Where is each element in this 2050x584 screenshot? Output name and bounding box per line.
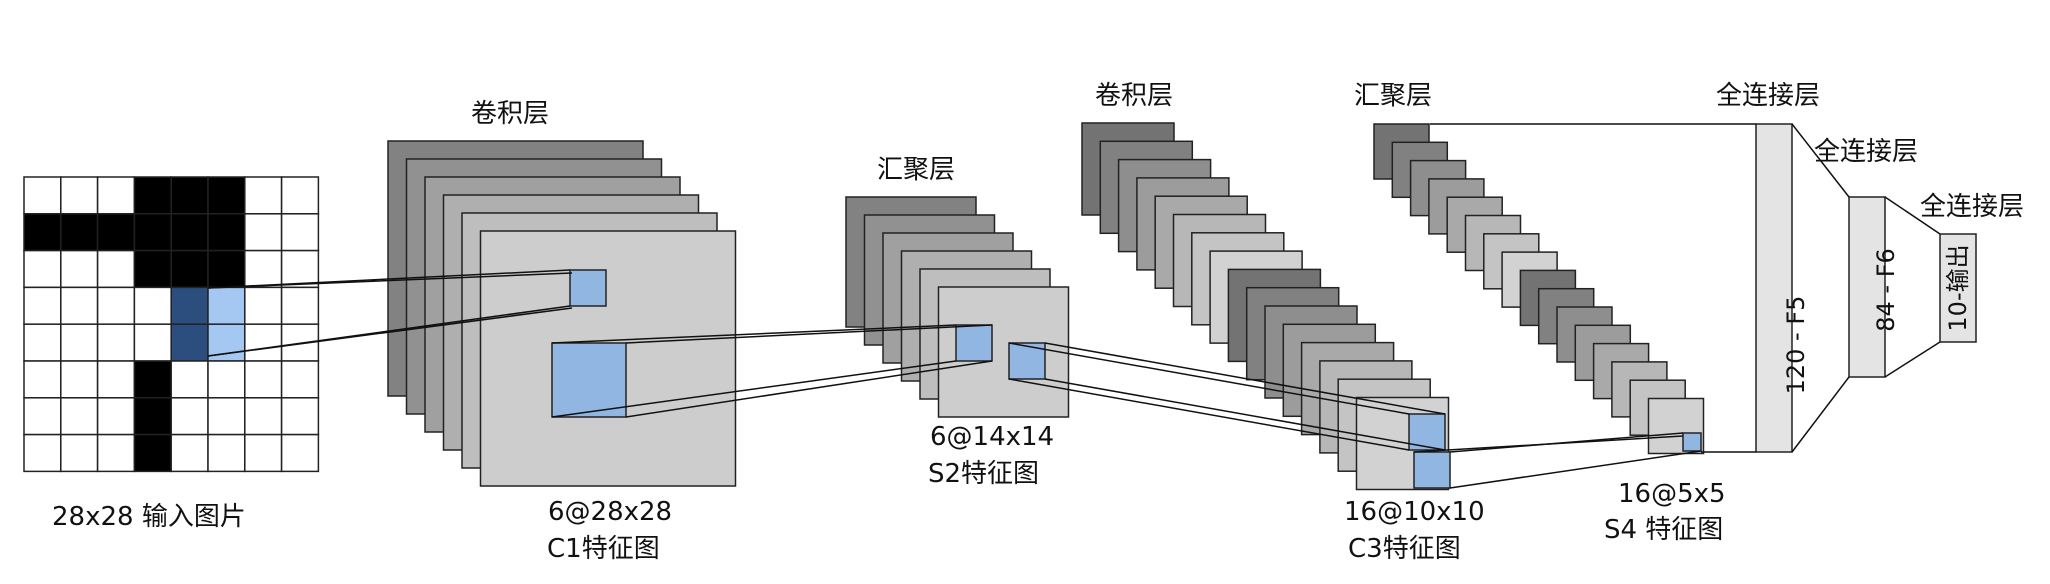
input-pixel [170,323,209,362]
conv1-feature-maps [387,140,737,487]
input-pixel [133,213,172,252]
input-pixel [133,360,172,399]
input-pixel [244,213,283,252]
input-pixel [280,213,320,252]
conv2-title: 卷积层 [1095,81,1173,111]
fc5-label: 120 - F5 [1782,296,1810,395]
input-pixel [170,397,209,436]
fc6-to-output-bottom-line [1884,341,1941,378]
pool1-caption-name: S2特征图 [928,459,1039,489]
input-pixel [280,249,320,289]
input-pixel [96,397,136,436]
input-pixel [23,433,62,473]
input-pixel [244,176,283,215]
input-pixel [133,323,172,362]
input-pixel [23,323,62,362]
input-pixel [244,360,283,399]
conv1-caption-name: C1特征图 [547,534,660,564]
input-pixel [280,397,320,436]
input-pixel [133,286,172,325]
input-pixel [244,249,283,289]
input-pixel [244,286,283,325]
input-pixel [133,249,172,289]
input-caption: 28x28 输入图片 [52,502,246,532]
input-pixel [170,213,209,252]
input-pixel [133,176,172,215]
input-pixel [96,176,136,215]
input-pixel [96,360,136,399]
input-pixel [244,397,283,436]
input-pixel [170,433,209,473]
input-pixel [23,286,62,325]
input-pixel [207,249,246,289]
input-pixel [170,176,209,215]
input-pixel [23,397,62,436]
fc5-title: 全连接层 [1716,81,1820,111]
input-pixel [60,176,99,215]
input-pixel [207,360,246,399]
conv2-to-pool2-line-top-left [1413,435,1684,453]
input-pixel [60,213,99,252]
input-pixel [96,323,136,362]
out-title: 全连接层 [1920,192,2024,222]
input-pixel [207,213,246,252]
conv2-caption-name: C3特征图 [1348,534,1461,564]
input-pixel [23,176,62,215]
input-pixel [60,397,99,436]
out-label: 10-输出 [1944,244,1972,331]
input-pixel [280,176,320,215]
input-pixel [23,249,62,289]
pool1-pooled-highlight [955,324,993,362]
conv1-receptive-highlight-large [551,342,627,418]
pool2-pooled-highlight [1682,432,1702,452]
pool2-title: 汇聚层 [1354,81,1432,111]
input-pixel [244,433,283,473]
input-pixel [23,213,62,252]
fc6-label: 84 - F6 [1872,248,1900,332]
input-pixel [207,176,246,215]
input-pixel [244,323,283,362]
conv2-pool-highlight [1413,451,1451,489]
input-pixel [207,397,246,436]
input-pixel [60,323,99,362]
fc5-box [1755,123,1793,453]
conv1-caption-size: 6@28x28 [548,497,672,527]
input-pixel [133,433,172,473]
input-pixel [133,397,172,436]
pool2-caption-size: 16@5x5 [1618,479,1726,509]
input-pixel [96,213,136,252]
input-pixel [280,360,320,399]
input-image-grid [23,176,320,473]
input-pixel [280,433,320,473]
input-pixel [96,286,136,325]
input-pixel [170,360,209,399]
input-pixel [60,286,99,325]
pool2-caption-name: S4 特征图 [1604,515,1723,545]
conv2-caption-size: 16@10x10 [1344,497,1485,527]
conv1-receptive-highlight-small [569,269,607,307]
input-pixel [96,433,136,473]
input-pixel [60,433,99,473]
input-pixel [207,286,246,325]
input-pixel [170,249,209,289]
conv1-title: 卷积层 [471,99,549,129]
input-pixel [280,286,320,325]
cnn-architecture-diagram: 28x28 输入图片 卷积层 6@28x28 C1特征图 汇聚层 6@14x14… [23,81,2024,564]
input-pixel [96,249,136,289]
input-pixel [170,286,209,325]
input-pixel [207,433,246,473]
pool1-title: 汇聚层 [877,155,955,185]
input-pixel [23,360,62,399]
input-pixel [60,360,99,399]
fc6-title: 全连接层 [1814,137,1918,167]
pool1-caption-size: 6@14x14 [930,422,1054,452]
input-pixel [60,249,99,289]
